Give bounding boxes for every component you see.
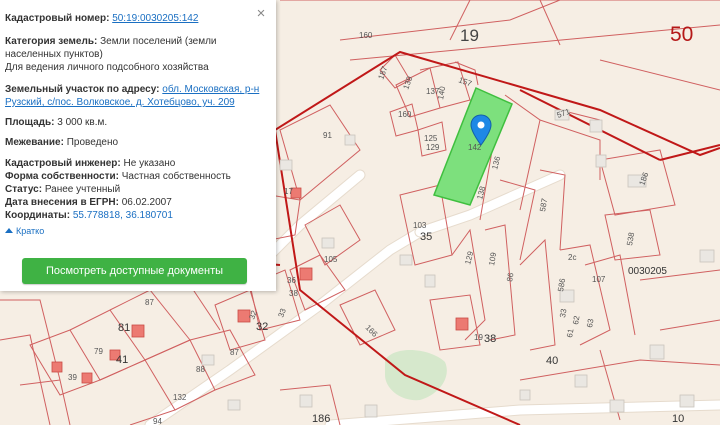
parcel-info-panel: × Кадастровый номер: 50:19:0030205:142 К…: [0, 0, 276, 291]
status-value: Ранее учтенный: [44, 184, 121, 195]
quarter-code: 0030205: [628, 266, 667, 277]
svg-text:87: 87: [230, 348, 239, 357]
survey-label: Межевание:: [5, 137, 64, 148]
land-category-row: Категория земель: Земли поселений (земли: [5, 35, 217, 48]
svg-text:81: 81: [118, 322, 130, 334]
svg-text:87: 87: [145, 298, 154, 307]
svg-text:36: 36: [287, 276, 296, 285]
svg-text:125: 125: [424, 134, 438, 143]
chevron-up-icon: [5, 228, 13, 233]
coords-value: 55.778818, 36.180701: [72, 210, 173, 221]
egrn-date-label: Дата внесения в ЕГРН:: [5, 197, 119, 208]
collapse-label: Кратко: [16, 226, 45, 236]
cadastral-number-label: Кадастровый номер:: [5, 13, 110, 24]
svg-text:35: 35: [420, 231, 432, 243]
svg-text:38: 38: [289, 289, 298, 298]
svg-text:88: 88: [196, 365, 205, 374]
close-icon[interactable]: ×: [254, 6, 268, 21]
address-link-cont[interactable]: Рузский, с/пос. Волковское, д. Хотебцово…: [5, 96, 235, 109]
svg-text:19: 19: [474, 333, 483, 342]
view-documents-button[interactable]: Посмотреть доступные документы: [22, 258, 247, 284]
cadastral-number-row: Кадастровый номер: 50:19:0030205:142: [5, 12, 198, 25]
svg-text:79: 79: [94, 347, 103, 356]
survey-row: Межевание: Проведено: [5, 136, 118, 149]
svg-text:132: 132: [173, 393, 187, 402]
cadastral-number-link[interactable]: 50:19:0030205:142: [112, 13, 198, 24]
address-link[interactable]: обл. Московская, р-н: [162, 84, 259, 95]
status-row: Статус: Ранее учтенный: [5, 183, 120, 196]
svg-text:91: 91: [323, 131, 332, 140]
svg-text:40: 40: [546, 355, 558, 367]
ownership-row: Форма собственности: Частная собственнос…: [5, 170, 231, 183]
area-row: Площадь: 3 000 кв.м.: [5, 116, 107, 129]
svg-text:41: 41: [116, 354, 128, 366]
engineer-value: Не указано: [123, 158, 176, 169]
svg-text:32: 32: [256, 321, 268, 333]
area-value: 3 000 кв.м.: [57, 117, 108, 128]
engineer-row: Кадастровый инженер: Не указано: [5, 157, 175, 170]
collapse-link[interactable]: Кратко: [5, 226, 44, 236]
land-category-label: Категория земель:: [5, 36, 98, 47]
address-row: Земельный участок по адресу: обл. Москов…: [5, 83, 259, 96]
svg-text:103: 103: [413, 221, 427, 230]
svg-text:2c: 2c: [568, 253, 576, 262]
svg-text:160: 160: [359, 31, 373, 40]
svg-text:160: 160: [398, 110, 412, 119]
svg-text:105: 105: [324, 255, 338, 264]
land-category-value: Земли поселений (земли: [100, 36, 217, 47]
land-category-value-cont: населенных пунктов): [5, 49, 103, 60]
coords-row: Координаты: 55.778818, 36.180701: [5, 209, 173, 222]
survey-value: Проведено: [66, 137, 119, 148]
ownership-label: Форма собственности:: [5, 171, 119, 182]
svg-text:129: 129: [426, 143, 440, 152]
address-label: Земельный участок по адресу:: [5, 84, 160, 95]
egrn-date-row: Дата внесения в ЕГРН: 06.02.2007: [5, 196, 172, 209]
svg-text:17: 17: [284, 187, 293, 196]
svg-text:39: 39: [68, 373, 77, 382]
engineer-label: Кадастровый инженер:: [5, 158, 121, 169]
district-number: 50: [670, 23, 693, 46]
area-label: Площадь:: [5, 117, 55, 128]
quarter-number: 19: [460, 26, 479, 45]
land-use-value: Для ведения личного подсобного хозяйства: [5, 62, 209, 73]
status-label: Статус:: [5, 184, 43, 195]
svg-text:107: 107: [592, 275, 606, 284]
svg-text:186: 186: [312, 413, 330, 425]
ownership-value: Частная собственность: [121, 171, 231, 182]
svg-text:10: 10: [672, 413, 684, 425]
map-pin-icon[interactable]: [469, 114, 493, 146]
egrn-date-value: 06.02.2007: [121, 197, 172, 208]
svg-text:94: 94: [153, 417, 162, 425]
coords-label: Координаты:: [5, 210, 71, 221]
svg-text:38: 38: [484, 333, 496, 345]
